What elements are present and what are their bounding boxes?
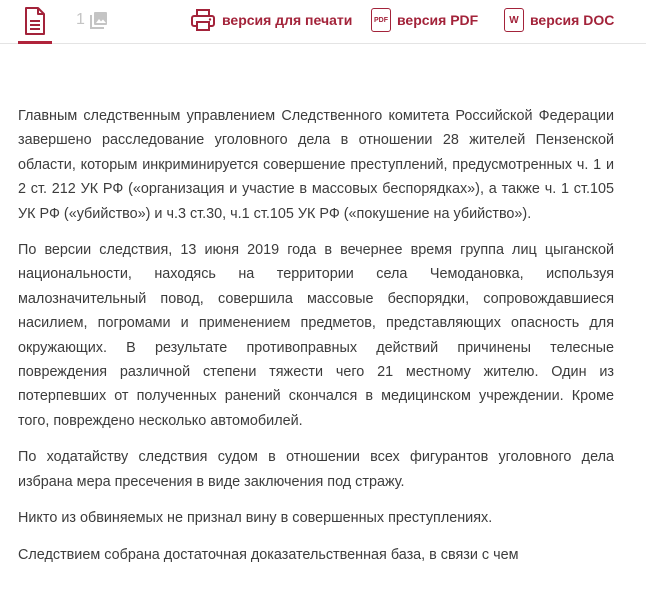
tab-text[interactable] [18,0,52,44]
pdf-badge-text: PDF [374,16,388,24]
article-paragraph: Следствием собрана достаточная доказател… [18,546,519,563]
gallery-icon [89,12,107,29]
article-paragraph: Никто из обвиняемых не признал вину в со… [18,510,493,527]
pdf-version-link[interactable]: PDF версия PDF [371,6,478,34]
document-icon [25,7,45,35]
print-version-label: версия для печати [222,12,353,28]
doc-version-link[interactable]: W версия DOC [504,6,614,34]
pdf-version-label: версия PDF [397,12,479,28]
article-body: Главным следственным управлением Следств… [18,104,614,579]
word-file-icon: W [504,8,524,32]
print-version-link[interactable]: версия для печати [190,6,352,34]
article-paragraph: По версии следствия, 13 июня 2019 года в… [18,242,614,429]
tab-images[interactable]: 1 [76,9,109,31]
printer-icon [191,9,215,31]
article-paragraph: По ходатайству следствия судом в отношен… [18,449,614,490]
doc-version-label: версия DOC [530,12,615,28]
pdf-file-icon: PDF [371,8,391,32]
toolbar: 1 версия для печати PDF версия PDF W вер… [0,0,646,44]
doc-badge-text: W [509,14,519,26]
images-count: 1 [76,11,85,28]
article-paragraph: Главным следственным управлением Следств… [18,108,614,222]
